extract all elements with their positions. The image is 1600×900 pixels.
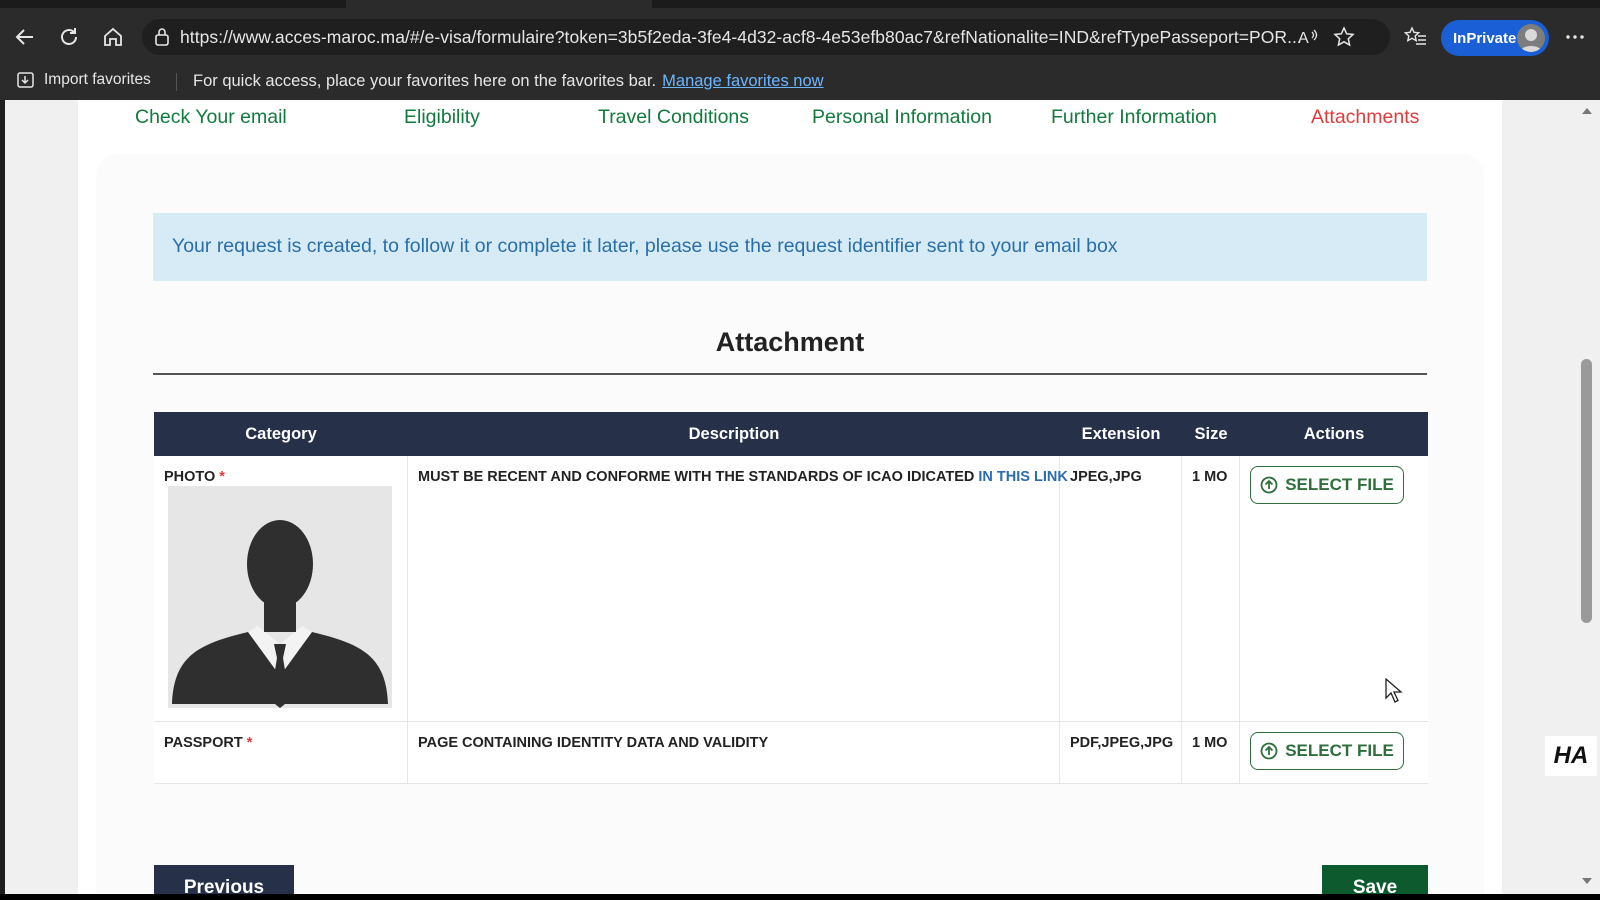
upload-icon	[1260, 742, 1278, 760]
photo-category-label: PHOTO *	[164, 469, 225, 485]
read-aloud-icon[interactable]: A	[1296, 25, 1320, 49]
photo-select-file-label: SELECT FILE	[1285, 475, 1394, 494]
favorites-bar: Import favorites For quick access, place…	[0, 64, 1600, 100]
watermark: HA	[1545, 736, 1597, 776]
url-text: https://www.acces-maroc.ma/#/e-visa/form…	[180, 27, 1302, 47]
address-bar[interactable]: https://www.acces-maroc.ma/#/e-visa/form…	[142, 19, 1390, 55]
photo-size: 1 MO	[1192, 469, 1228, 485]
photo-select-file-button[interactable]: SELECT FILE	[1250, 466, 1404, 504]
home-icon[interactable]	[98, 22, 128, 52]
passport-size-cell: 1 MO	[1182, 722, 1240, 783]
lock-icon[interactable]	[150, 25, 174, 49]
request-created-notice: Your request is created, to follow it or…	[153, 213, 1427, 281]
header-category: Category	[245, 425, 317, 443]
back-icon[interactable]	[10, 22, 40, 52]
favorites-message-row: For quick access, place your favorites h…	[193, 72, 824, 91]
refresh-icon[interactable]	[54, 22, 84, 52]
table-row-photo: PHOTO * MUST BE RECENT AND CONFORME WITH…	[154, 456, 1428, 722]
passport-description: PAGE CONTAINING IDENTITY DATA AND VALIDI…	[418, 735, 769, 751]
section-divider	[153, 373, 1427, 375]
step-travel-conditions[interactable]: Travel Conditions	[598, 106, 749, 129]
passport-category-cell: PASSPORT *	[154, 722, 408, 783]
passport-size: 1 MO	[1192, 735, 1228, 751]
inprivate-label: InPrivate	[1453, 29, 1517, 47]
section-title: Attachment	[715, 327, 865, 357]
more-options-icon[interactable]	[1560, 22, 1590, 52]
icao-standards-link[interactable]: IN THIS LINK	[978, 469, 1067, 485]
step-navigation: Check Your email Eligibility Travel Cond…	[78, 100, 1502, 144]
header-description: Description	[688, 425, 780, 443]
photo-description: MUST BE RECENT AND CONFORME WITH THE STA…	[418, 469, 1068, 485]
photo-placeholder	[168, 486, 392, 708]
table-header: Category Description Extension Size Acti…	[154, 412, 1428, 456]
required-mark: *	[246, 735, 253, 751]
favorites-icon[interactable]	[1401, 22, 1431, 52]
photo-extension-cell: JPEG,JPG	[1060, 456, 1182, 721]
tab-strip	[0, 0, 1600, 8]
step-attachments[interactable]: Attachments	[1311, 106, 1419, 129]
photo-extension: JPEG,JPG	[1070, 469, 1142, 485]
page-viewport: Check Your email Eligibility Travel Cond…	[0, 100, 1600, 894]
passport-description-cell: PAGE CONTAINING IDENTITY DATA AND VALIDI…	[408, 722, 1060, 783]
favorite-star-icon[interactable]	[1332, 25, 1356, 49]
manage-favorites-link[interactable]: Manage favorites now	[662, 72, 823, 90]
passport-extension-cell: PDF,JPEG,JPG	[1060, 722, 1182, 783]
save-button[interactable]: Save	[1322, 865, 1428, 894]
photo-category-cell: PHOTO *	[154, 456, 408, 721]
import-favorites-button[interactable]: Import favorites	[16, 70, 151, 90]
photo-size-cell: 1 MO	[1182, 456, 1240, 721]
header-size: Size	[1194, 425, 1228, 443]
step-check-email[interactable]: Check Your email	[135, 106, 287, 129]
photo-description-cell: MUST BE RECENT AND CONFORME WITH THE STA…	[408, 456, 1068, 721]
step-eligibility[interactable]: Eligibility	[404, 106, 480, 129]
upload-icon	[1260, 476, 1278, 494]
passport-select-file-button[interactable]: SELECT FILE	[1250, 732, 1404, 770]
passport-actions-cell: SELECT FILE	[1240, 722, 1428, 783]
scroll-down-icon[interactable]	[1582, 878, 1592, 884]
table-row-passport: PASSPORT * PAGE CONTAINING IDENTITY DATA …	[154, 722, 1428, 784]
previous-button[interactable]: Previous	[154, 865, 294, 894]
window-edge	[0, 100, 5, 894]
bottom-edge	[0, 894, 1600, 900]
header-actions: Actions	[1303, 425, 1365, 443]
passport-extension: PDF,JPEG,JPG	[1070, 735, 1174, 751]
header-extension: Extension	[1081, 425, 1161, 443]
scroll-up-icon[interactable]	[1582, 108, 1592, 114]
favorites-message: For quick access, place your favorites h…	[193, 72, 657, 90]
attachments-table: Category Description Extension Size Acti…	[154, 412, 1428, 784]
active-tab[interactable]	[346, 0, 652, 8]
step-personal-information[interactable]: Personal Information	[812, 106, 992, 129]
svg-text:A: A	[1298, 30, 1309, 47]
browser-toolbar: https://www.acces-maroc.ma/#/e-visa/form…	[0, 8, 1600, 64]
passport-category-label: PASSPORT *	[164, 735, 253, 751]
inprivate-button[interactable]: InPrivate	[1441, 20, 1549, 56]
import-favorites-icon	[17, 72, 34, 88]
step-further-information[interactable]: Further Information	[1051, 106, 1217, 129]
profile-avatar-icon	[1517, 24, 1545, 52]
required-mark: *	[219, 469, 225, 485]
person-silhouette-icon	[168, 486, 392, 708]
page-content: Check Your email Eligibility Travel Cond…	[78, 100, 1502, 894]
import-favorites-label: Import favorites	[44, 71, 151, 88]
passport-select-file-label: SELECT FILE	[1285, 741, 1394, 760]
scroll-thumb[interactable]	[1581, 359, 1592, 623]
favorites-divider	[176, 73, 177, 91]
mouse-cursor-icon	[1385, 678, 1403, 703]
